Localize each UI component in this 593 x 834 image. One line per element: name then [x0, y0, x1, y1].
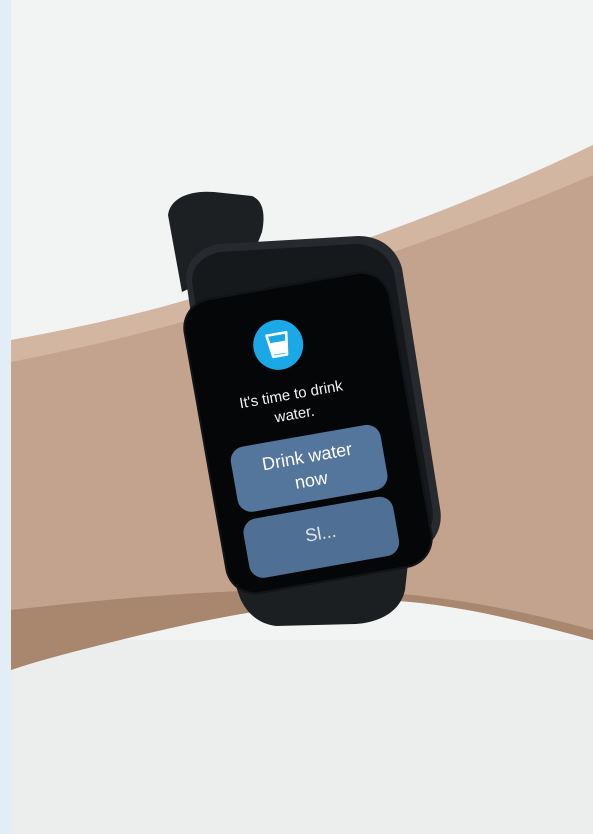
water-glass-glyph — [265, 330, 289, 359]
table-surface-lower — [11, 640, 593, 834]
water-glass-icon — [249, 315, 308, 374]
photo-scene: It's time to drink water. Drink water no… — [0, 0, 593, 834]
